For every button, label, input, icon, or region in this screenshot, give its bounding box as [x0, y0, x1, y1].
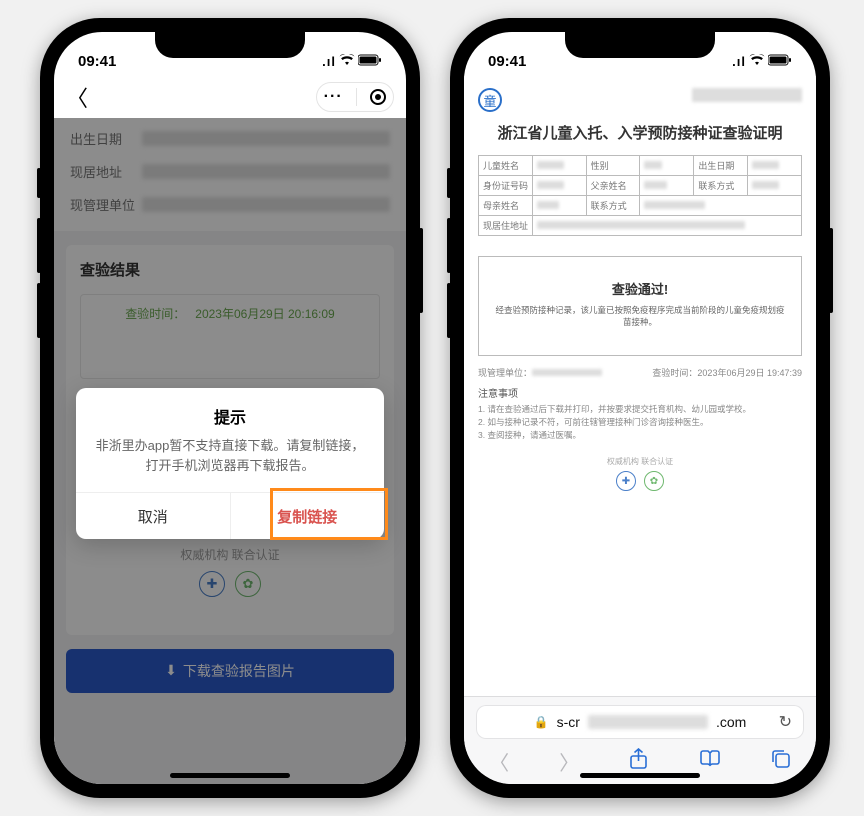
pass-title: 查验通过! [493, 279, 787, 298]
alert-dialog: 提示 非浙里办app暂不支持直接下载。请复制链接，打开手机浏览器再下载报告。 取… [76, 388, 384, 539]
nav-forward-icon[interactable]: 〉 [559, 747, 579, 776]
capsule-close-icon[interactable] [370, 89, 386, 105]
status-indicators: .ıl [322, 54, 382, 69]
report-document[interactable]: 童 浙江省儿童入托、入学预防接种证查验证明 儿童姓名 性别 出生日期 身份证号码… [464, 76, 816, 694]
pass-subtitle: 经查验预防接种记录，该儿童已按照免疫程序完成当前阶段的儿童免疫规划疫苗接种。 [493, 304, 787, 329]
miniprogram-capsule[interactable]: ··· [316, 82, 394, 112]
miniprogram-nav: 〈 ··· [54, 76, 406, 118]
org-logo-icon: 童 [478, 88, 502, 112]
wifi-icon [339, 54, 355, 69]
url-redacted [588, 715, 708, 729]
phone-mockup-left: 09:41 .ıl 〈 ··· [40, 18, 420, 798]
pass-result-box: 查验通过! 经查验预防接种记录，该儿童已按照免疫程序完成当前阶段的儿童免疫规划疫… [478, 256, 802, 356]
status-time: 09:41 [78, 53, 116, 70]
home-indicator[interactable] [580, 773, 700, 778]
safari-toolbar: 🔒 s-cr .com ↻ 〈 〉 [464, 696, 816, 784]
phone-notch [155, 32, 305, 58]
status-indicators: .ıl [732, 54, 792, 69]
battery-icon [358, 54, 382, 69]
notes-block: 注意事项 1. 请在查验通过后下载并打印，并按要求提交托育机构、幼儿园或学校。 … [478, 385, 802, 443]
reload-icon[interactable]: ↻ [779, 712, 792, 732]
capsule-menu-icon[interactable]: ··· [324, 88, 343, 106]
phone-notch [565, 32, 715, 58]
battery-icon [768, 54, 792, 69]
tabs-icon[interactable] [771, 749, 791, 775]
nav-back-icon[interactable]: 〈 [489, 747, 509, 776]
info-table: 儿童姓名 性别 出生日期 身份证号码 父亲姓名 联系方式 母亲姓名 联系方式 [478, 155, 802, 236]
copy-link-button[interactable]: 复制链接 [231, 493, 385, 539]
status-time: 09:41 [488, 53, 526, 70]
stamp-leaf-icon: ✿ [644, 471, 664, 491]
back-icon[interactable]: 〈 [66, 81, 88, 113]
cancel-button[interactable]: 取消 [76, 493, 231, 539]
address-bar[interactable]: 🔒 s-cr .com ↻ [476, 705, 804, 739]
phone-mockup-right: 09:41 .ıl 童 浙江省儿童入托、入学预防接种证查验证明 儿童姓名 性别 [450, 18, 830, 798]
stamp-shield-icon: ✚ [616, 471, 636, 491]
document-title: 浙江省儿童入托、入学预防接种证查验证明 [478, 122, 802, 143]
alert-title: 提示 [76, 388, 384, 436]
value-redacted [692, 88, 802, 102]
lock-icon: 🔒 [534, 715, 549, 729]
meta-row: 现管理单位： 查验时间：2023年06月29日 19:47:39 [478, 366, 802, 379]
bookmarks-icon[interactable] [699, 750, 721, 774]
share-icon[interactable] [629, 748, 648, 776]
wifi-icon [749, 54, 765, 69]
alert-message: 非浙里办app暂不支持直接下载。请复制链接，打开手机浏览器再下载报告。 [76, 436, 384, 492]
doc-stamps: 权威机构 联合认证 ✚ ✿ [478, 456, 802, 491]
